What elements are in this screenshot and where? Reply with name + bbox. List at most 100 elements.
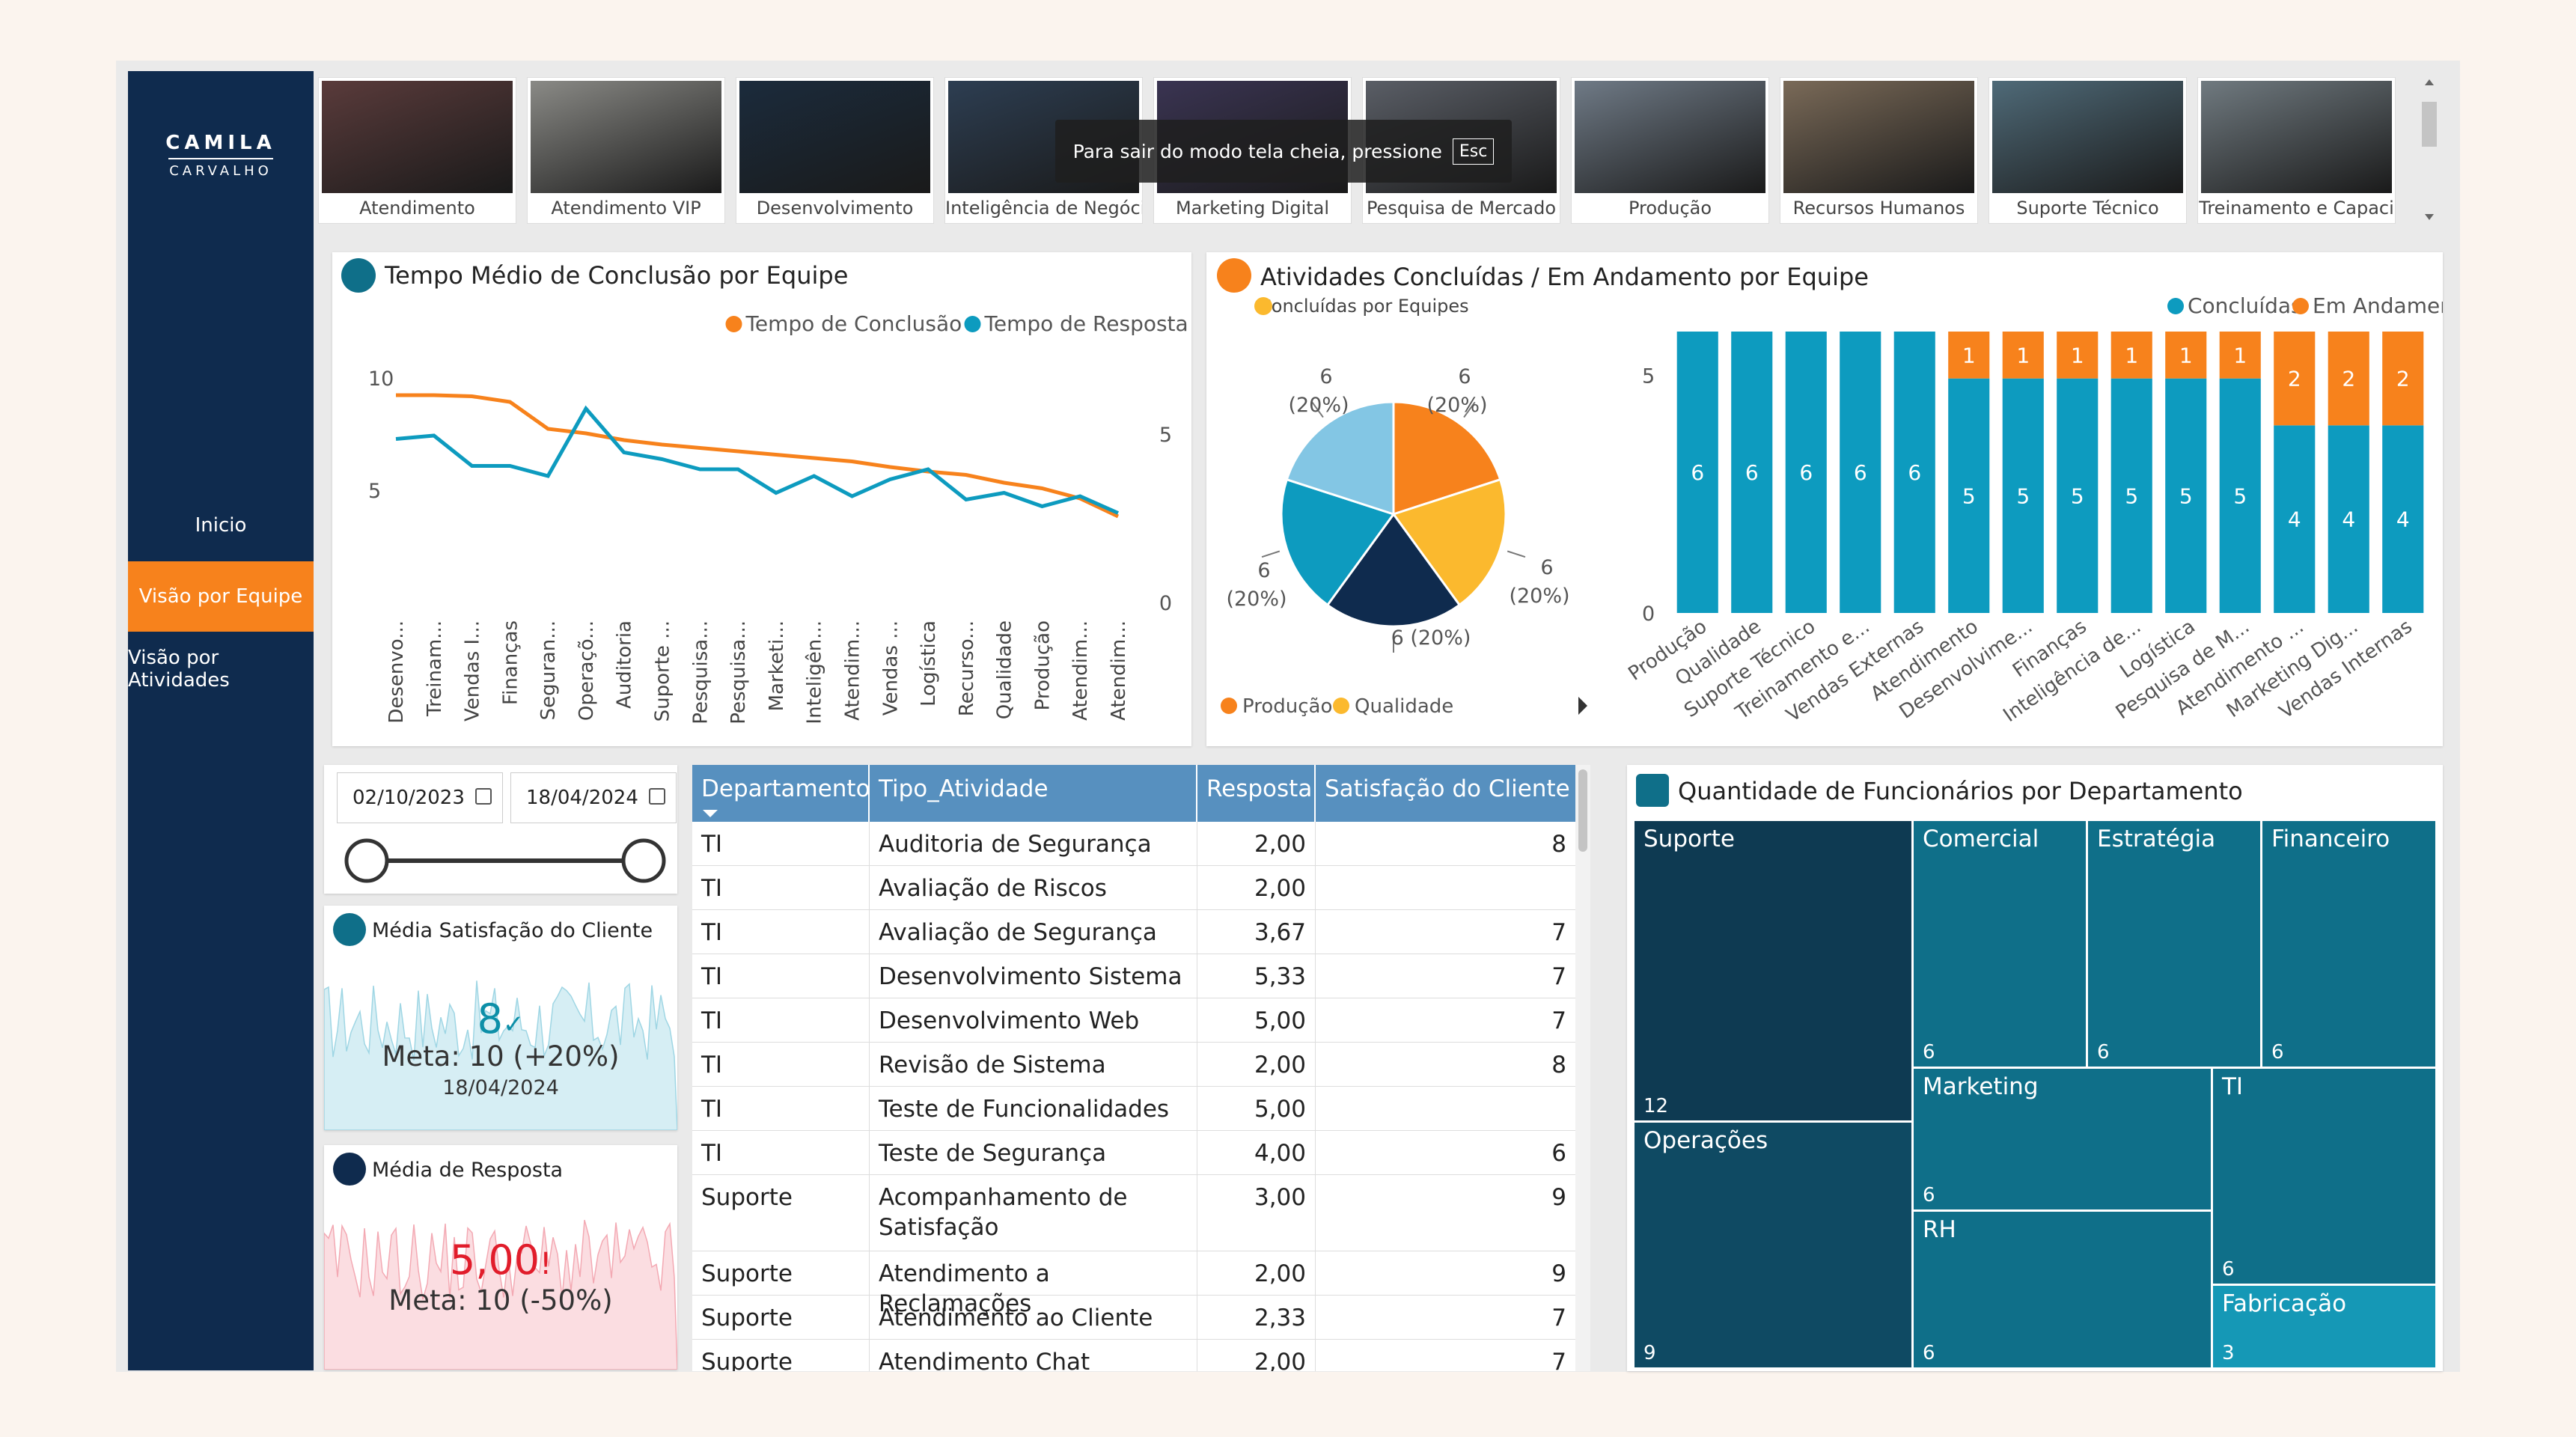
kpi-satisfacao-goal: Meta: 10 (+20%) — [382, 1040, 620, 1073]
nav-inicio-label: Inicio — [195, 514, 247, 537]
table-cell: Teste de Funcionalidades — [870, 1087, 1197, 1131]
bar-data-label: 5 — [1962, 483, 1976, 508]
table-row[interactable]: TI Desenvolvimento Sistema 5,33 7 — [692, 954, 1590, 998]
treemap-tile[interactable]: Financeiro 6 — [2262, 821, 2435, 1067]
thumb-8[interactable]: Suporte Técnico — [1989, 77, 2187, 224]
brand-line2: CARVALHO — [169, 163, 272, 179]
table-cell: 8 — [1551, 1052, 1566, 1078]
col-satisfacao[interactable]: Satisfação do Cliente — [1316, 765, 1590, 822]
x-tick-label: Finanças — [499, 620, 522, 705]
alert-icon: ! — [540, 1247, 552, 1281]
check-icon: ✓ — [502, 1010, 525, 1040]
kpi-resposta-icon — [333, 1153, 366, 1186]
kpi-resposta-title: Média de Resposta — [372, 1159, 564, 1182]
kpi-resposta-goal: Meta: 10 (-50%) — [388, 1284, 613, 1317]
table-row[interactable]: Suporte Atendimento a Reclamações 2,00 9 — [692, 1251, 1590, 1317]
y-right-tick: 0 — [1159, 592, 1172, 615]
treemap-tile-label: Comercial — [1923, 826, 2039, 852]
treemap-tile[interactable]: Estratégia 6 — [2088, 821, 2260, 1067]
treemap-tile[interactable]: TI 6 — [2213, 1069, 2435, 1284]
esc-key: Esc — [1452, 138, 1495, 165]
col-resposta[interactable]: Resposta — [1197, 765, 1316, 822]
thumb-1[interactable]: Atendimento VIP — [527, 77, 725, 224]
thumb-6[interactable]: Produção — [1571, 77, 1769, 224]
treemap-tile-label: Fabricação — [2222, 1290, 2347, 1317]
table-scroll-thumb[interactable] — [1578, 769, 1587, 852]
thumb-image — [1575, 81, 1765, 193]
treemap-tile-value: 6 — [2097, 1041, 2110, 1064]
thumb-0[interactable]: Atendimento — [318, 77, 516, 224]
treemap: Suporte 12 Operações 9 Comercial 6 Estratégia 6… — [1635, 821, 2435, 1367]
treemap-tile[interactable]: Suporte 12 — [1635, 821, 1911, 1120]
col-tipo-atividade[interactable]: Tipo_Atividade — [870, 765, 1197, 822]
table-cell: Teste de Segurança — [870, 1131, 1197, 1175]
table-cell: TI — [692, 866, 870, 910]
table-row[interactable]: TI Revisão de Sistema 2,00 8 — [692, 1043, 1590, 1087]
thumb-label: Treinamento e Capaci — [2199, 198, 2394, 219]
bar-data-label: 4 — [2288, 507, 2301, 532]
table-cell: Atendimento a Reclamações — [870, 1251, 1197, 1317]
table-cell: TI — [692, 910, 870, 954]
thumbs-scrollbar[interactable] — [2417, 75, 2441, 225]
date-start-input[interactable]: 02/10/2023 — [337, 772, 503, 823]
table-cell: Atendimento ao Cliente — [870, 1296, 1197, 1340]
table-cell: TI — [692, 1131, 870, 1175]
x-tick-label: Qualidade — [994, 620, 1016, 719]
thumb-label: Atendimento — [359, 198, 475, 219]
date-range-slider[interactable] — [337, 831, 666, 891]
pie-label: 6 — [1458, 365, 1471, 388]
fullscreen-message: Para sair do modo tela cheia, pressione — [1072, 140, 1442, 162]
y-left-tick: 10 — [368, 367, 394, 391]
table-row[interactable]: Suporte Atendimento Chat 2,00 7 — [692, 1340, 1590, 1371]
treemap-tile[interactable]: RH 6 — [1914, 1212, 2211, 1367]
table-cell: 7 — [1551, 1007, 1566, 1034]
pie-legend-next-icon — [1578, 697, 1587, 715]
treemap-tile[interactable]: Comercial 6 — [1914, 821, 2086, 1067]
thumb-label: Marketing Digital — [1175, 198, 1330, 219]
nav-inicio[interactable]: Inicio — [128, 490, 314, 561]
table-cell: 2,00 — [1197, 866, 1316, 910]
kpi-resposta-card: Média de Resposta 5,00! Meta: 10 (-50%) — [324, 1145, 677, 1370]
table-cell: 5,00 — [1197, 1087, 1316, 1131]
x-tick-label: Marketi... — [766, 620, 788, 711]
table-cell: TI — [692, 1043, 870, 1087]
legend-label: Tempo de Conclusão — [745, 311, 962, 336]
x-tick-label: Atendim... — [1069, 620, 1092, 721]
kpi-resposta-value-wrap: 5,00! — [324, 1236, 677, 1284]
nav-visao-equipe[interactable]: Visão por Equipe — [128, 561, 314, 632]
x-tick-label: Pesquisa... — [727, 620, 750, 724]
table-row[interactable]: TI Avaliação de Segurança 3,67 7 — [692, 910, 1590, 954]
thumb-label: Desenvolvimento — [756, 198, 914, 219]
table-row[interactable]: TI Teste de Segurança 4,00 6 — [692, 1131, 1590, 1175]
treemap-tile[interactable]: Fabricação 3 — [2213, 1286, 2435, 1367]
thumb-2[interactable]: Desenvolvimento — [736, 77, 934, 224]
thumb-7[interactable]: Recursos Humanos — [1780, 77, 1978, 224]
activities-card: Atividades Concluídas / Em Andamento por… — [1206, 252, 2443, 746]
date-end-value: 18/04/2024 — [526, 787, 638, 809]
date-end-input[interactable]: 18/04/2024 — [510, 772, 677, 823]
table-row[interactable]: Suporte Acompanhamento de Satisfação 3,00 9 — [692, 1175, 1590, 1251]
bar-data-label: 1 — [2071, 343, 2084, 367]
table-row[interactable]: TI Avaliação de Riscos 2,00 — [692, 866, 1590, 910]
treemap-tile[interactable]: Marketing 6 — [1914, 1069, 2211, 1209]
bar-data-label: 6 — [1854, 460, 1867, 485]
pie-pct: (20%) — [1509, 585, 1569, 608]
thumb-9[interactable]: Treinamento e Capaci — [2197, 77, 2396, 224]
table-cell: 2,00 — [1197, 1340, 1316, 1371]
table-cell: Avaliação de Riscos — [870, 866, 1197, 910]
bar-data-label: 6 — [1908, 460, 1921, 485]
table-row[interactable]: TI Teste de Funcionalidades 5,00 — [692, 1087, 1590, 1131]
bar-data-label: 5 — [2233, 483, 2247, 508]
table-scrollbar[interactable] — [1575, 765, 1590, 1371]
table-cell: 7 — [1551, 963, 1566, 990]
table-row[interactable]: TI Auditoria de Segurança 2,00 8 — [692, 822, 1590, 866]
col-departamento[interactable]: Departamento — [692, 765, 870, 822]
nav-visao-atividades[interactable]: Visão por Atividades — [128, 634, 314, 704]
pie-label: 6 — [1319, 365, 1332, 388]
table-row[interactable]: TI Desenvolvimento Web 5,00 7 — [692, 998, 1590, 1043]
treemap-tile[interactable]: Operações 9 — [1635, 1123, 1911, 1367]
activity-table: Departamento Tipo_Atividade Resposta Sat… — [692, 765, 1590, 1371]
table-row[interactable]: Suporte Atendimento ao Cliente 2,33 7 — [692, 1296, 1590, 1340]
kpi-resposta-value: 5,00 — [449, 1236, 540, 1284]
thumb-label: Suporte Técnico — [2016, 198, 2159, 219]
